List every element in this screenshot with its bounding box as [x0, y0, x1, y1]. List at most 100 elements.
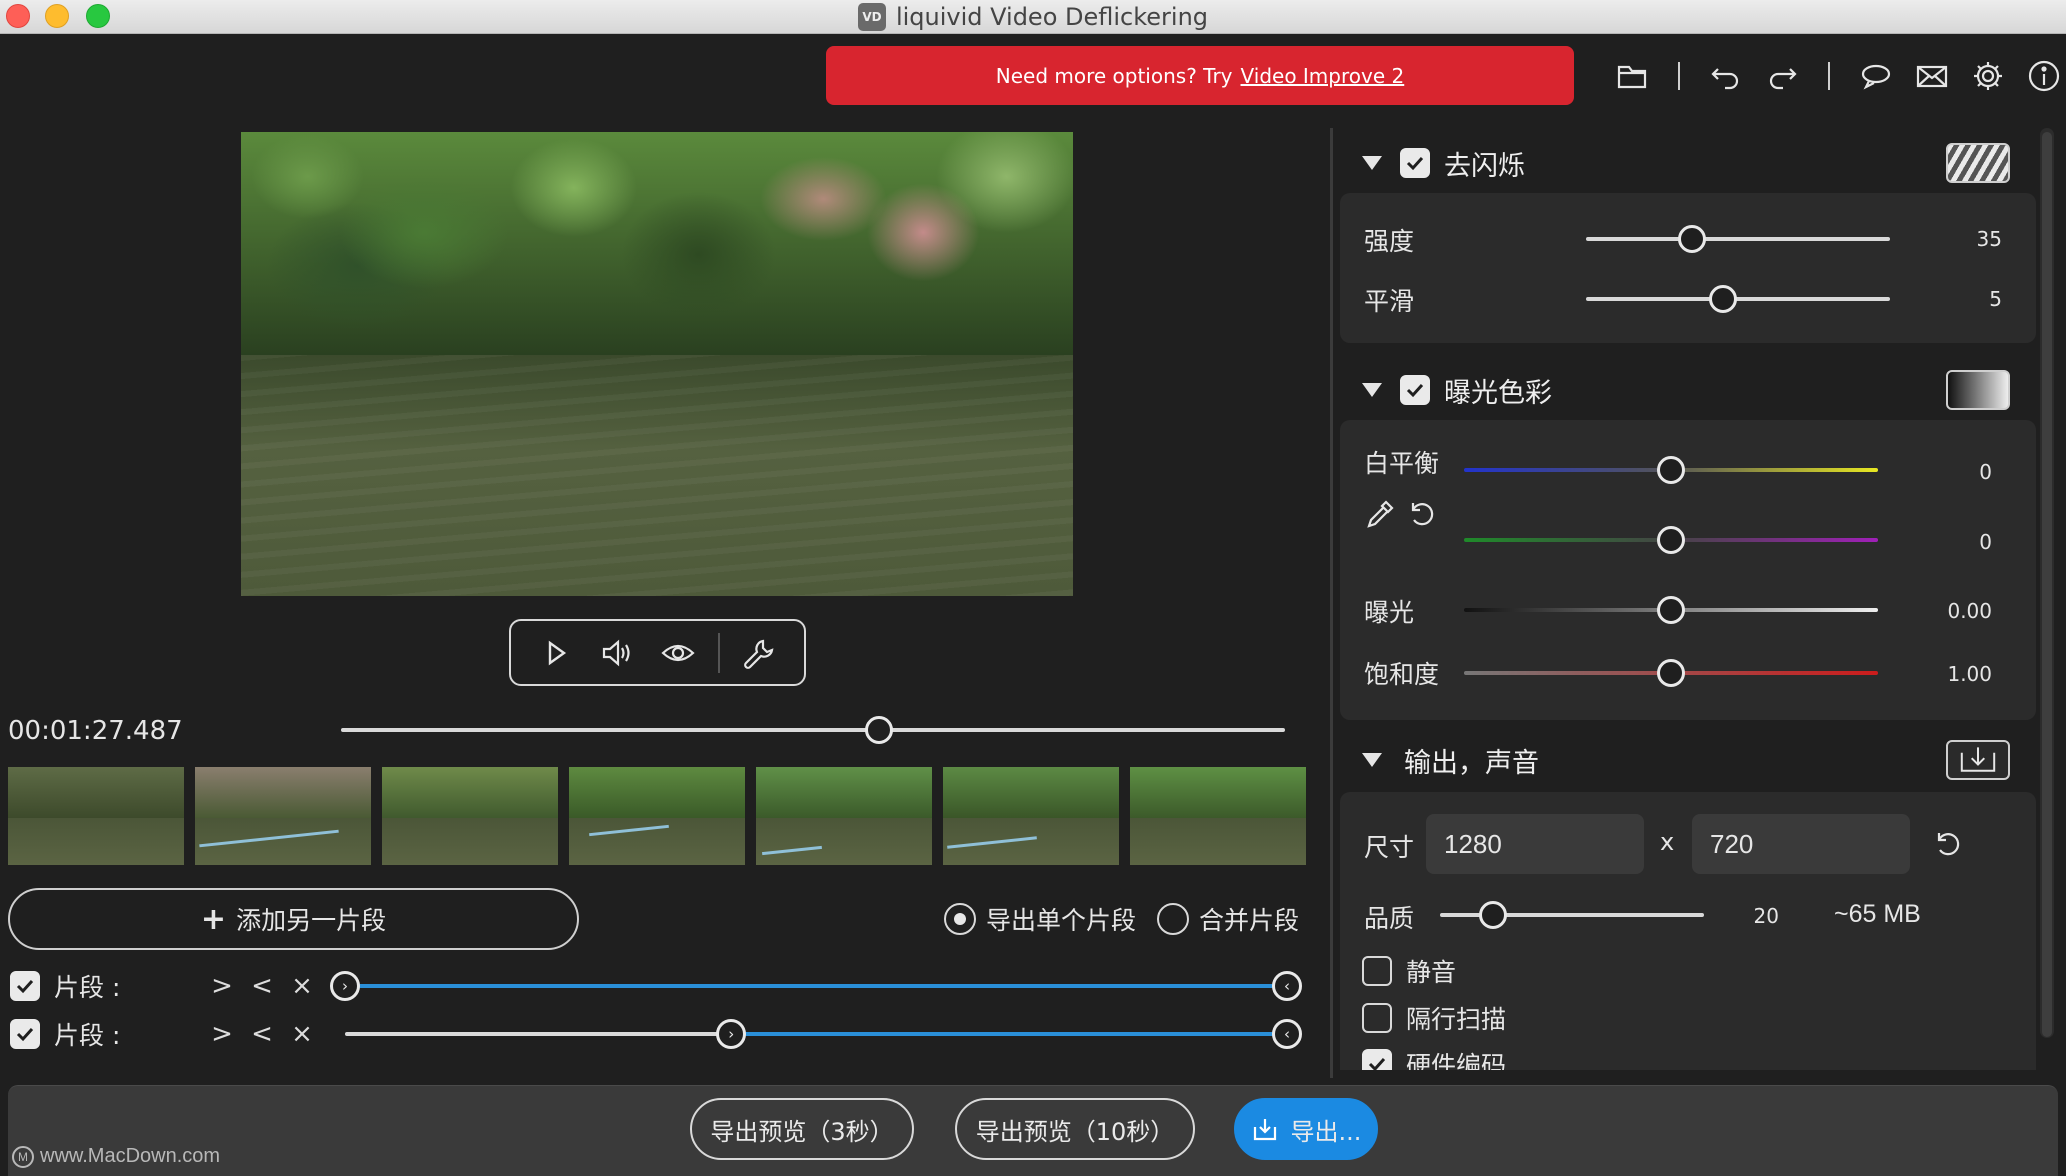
strength-track[interactable] [1586, 237, 1890, 241]
mute-label: 静音 [1406, 958, 1457, 987]
merge-segments-label: 合并片段 [1199, 906, 1300, 935]
info-icon[interactable] [2024, 56, 2064, 96]
watermark-logo: M [12, 1145, 34, 1168]
filmstrip[interactable] [8, 767, 1306, 865]
watermark-text: www.MacDown.com [40, 1145, 221, 1167]
quality-slider[interactable] [1478, 901, 1507, 929]
strength-label: 强度 [1364, 227, 1415, 256]
segment-actions: > < × [210, 968, 314, 1004]
segment-label: 片段 : [54, 973, 121, 1002]
exposure-slider[interactable] [1657, 596, 1685, 624]
smooth-slider[interactable] [1708, 285, 1737, 313]
video-preview[interactable] [241, 132, 1073, 596]
filmstrip-frame [756, 767, 932, 865]
output-header: 输出，声音 [1340, 732, 2036, 788]
merge-segments-option[interactable]: 合并片段 [1157, 901, 1299, 937]
preview-water [241, 354, 1073, 596]
interlace-option[interactable]: 隔行扫描 [1362, 1000, 1506, 1036]
app-logo: VD [857, 3, 886, 31]
promo-link[interactable]: Video Improve 2 [1241, 64, 1405, 88]
collapse-triangle-icon[interactable] [1362, 753, 1382, 767]
wb-tint-value: 0 [1979, 530, 1992, 554]
color-preview-icon[interactable] [1946, 370, 2010, 410]
timeline-track[interactable] [341, 728, 1285, 732]
collapse-triangle-icon[interactable] [1362, 383, 1382, 397]
segment-end-handle[interactable]: ‹ [1272, 1019, 1302, 1049]
segment-range-active [731, 1032, 1287, 1036]
chevron-left-icon[interactable]: < [250, 1019, 274, 1049]
player-divider [717, 632, 720, 673]
delete-segment-icon[interactable]: × [290, 1019, 314, 1049]
reset-size-icon[interactable] [1932, 828, 1964, 860]
segment-end-handle[interactable]: ‹ [1272, 971, 1302, 1001]
promo-banner: Need more options? Try Video Improve 2 [826, 46, 1574, 105]
eye-icon[interactable] [656, 631, 700, 675]
exposure-label: 曝光 [1364, 598, 1415, 627]
interlace-label: 隔行扫描 [1406, 1005, 1507, 1034]
chat-icon[interactable] [1856, 56, 1896, 96]
hardware-encoding-option[interactable]: 硬件编码 [1362, 1046, 1506, 1070]
export-button[interactable]: 导出... [1234, 1098, 1378, 1160]
export-single-option[interactable]: 导出单个片段 [944, 901, 1136, 937]
export-single-radio[interactable] [944, 903, 976, 935]
timecode: 00:01:27.487 [8, 716, 183, 746]
deflicker-checkbox[interactable] [1400, 148, 1430, 178]
timeline-playhead[interactable] [865, 716, 894, 744]
segment-checkbox[interactable] [10, 1019, 40, 1049]
color-header: 曝光色彩 [1340, 362, 2036, 418]
segment-checkbox[interactable] [10, 971, 40, 1001]
output-preview-icon[interactable] [1946, 740, 2010, 780]
wrench-icon[interactable] [737, 631, 781, 675]
hardware-encoding-checkbox[interactable] [1362, 1049, 1392, 1070]
redo-icon[interactable] [1762, 56, 1802, 96]
height-input[interactable]: 720 [1692, 814, 1910, 874]
gear-icon[interactable] [1968, 56, 2008, 96]
undo-icon[interactable] [1706, 56, 1746, 96]
wb-temperature-value: 0 [1979, 460, 1992, 484]
merge-segments-radio[interactable] [1157, 903, 1189, 935]
deflicker-header: 去闪烁 [1340, 135, 2036, 191]
color-checkbox[interactable] [1400, 375, 1430, 405]
mail-icon[interactable] [1912, 56, 1952, 96]
chevron-right-icon[interactable]: > [210, 1019, 234, 1049]
wb-temperature-slider[interactable] [1657, 456, 1685, 484]
player-controls [509, 619, 806, 686]
output-title: 输出，声音 [1404, 747, 1539, 779]
reset-white-balance-icon[interactable] [1406, 498, 1438, 530]
smooth-track[interactable] [1586, 297, 1890, 301]
export-single-label: 导出单个片段 [986, 906, 1137, 935]
folder-icon[interactable] [1612, 56, 1652, 96]
interlace-checkbox[interactable] [1362, 1003, 1392, 1033]
export-preview-3s-button[interactable]: 导出预览（3秒） [690, 1098, 914, 1160]
wb-tint-slider[interactable] [1657, 526, 1685, 554]
play-icon[interactable] [534, 631, 578, 675]
width-input[interactable]: 1280 [1426, 814, 1644, 874]
mute-option[interactable]: 静音 [1362, 953, 1456, 989]
chevron-left-icon[interactable]: < [250, 971, 274, 1001]
panel-scrollbar[interactable] [2040, 128, 2054, 1038]
segment-start-handle[interactable]: › [330, 971, 360, 1001]
panel-divider[interactable] [1330, 128, 1333, 1078]
bottom-bar: 导出预览（3秒） 导出预览（10秒） 导出... [8, 1085, 2058, 1176]
mute-checkbox[interactable] [1362, 956, 1392, 986]
smooth-label: 平滑 [1364, 287, 1415, 316]
export-preview-10s-button[interactable]: 导出预览（10秒） [955, 1098, 1195, 1160]
chevron-right-icon[interactable]: > [210, 971, 234, 1001]
filmstrip-frame [195, 767, 371, 865]
delete-segment-icon[interactable]: × [290, 971, 314, 1001]
collapse-triangle-icon[interactable] [1362, 156, 1382, 170]
saturation-value: 1.00 [1947, 662, 1992, 686]
add-segment-button[interactable]: + 添加另一片段 [8, 888, 579, 950]
saturation-slider[interactable] [1657, 659, 1685, 687]
eyedropper-icon[interactable] [1364, 498, 1396, 530]
settings-panel: 去闪烁 强度 35 平滑 5 曝光色彩 白平衡 0 0 曝光 0.00 饱和度 … [1340, 128, 2036, 1070]
segment-label: 片段 : [54, 1021, 121, 1050]
scrollbar-thumb[interactable] [2042, 132, 2052, 1037]
filmstrip-frame [1130, 767, 1306, 865]
toolbar [1612, 52, 2064, 100]
filmstrip-frame [382, 767, 558, 865]
color-title: 曝光色彩 [1444, 377, 1552, 409]
preview-foliage [241, 132, 1073, 355]
speaker-icon[interactable] [595, 631, 639, 675]
deflicker-preview-icon[interactable] [1946, 143, 2010, 183]
